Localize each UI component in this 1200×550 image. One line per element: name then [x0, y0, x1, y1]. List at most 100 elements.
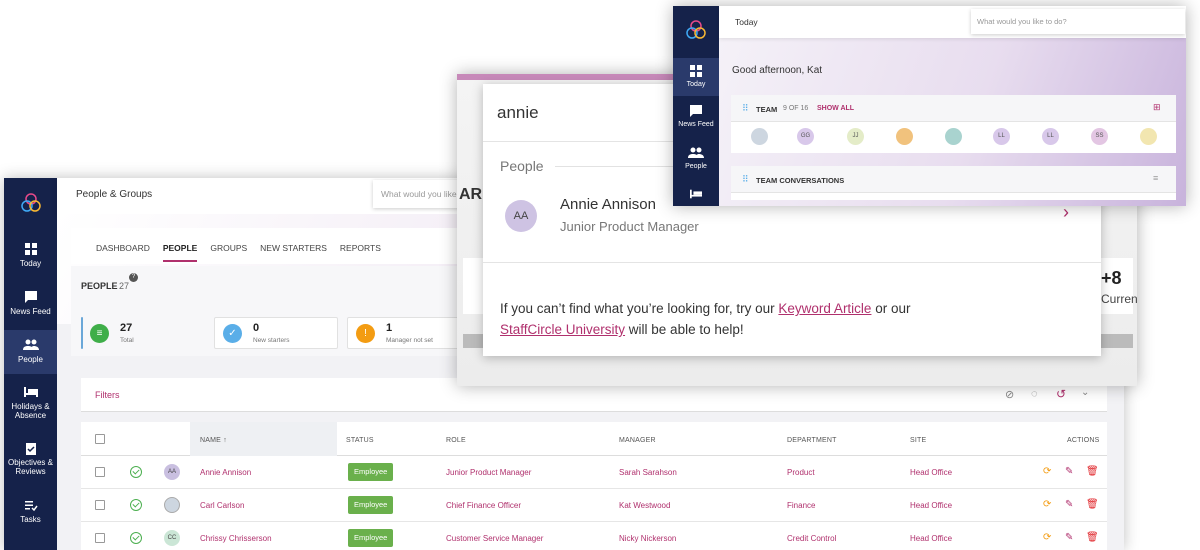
- tab-dashboard[interactable]: DASHBOARD: [96, 243, 150, 260]
- help-text: If you can’t find what you’re looking fo…: [500, 301, 911, 337]
- stat-card-new-starters[interactable]: ✓ 0 New starters: [214, 317, 338, 349]
- team-member-avatar[interactable]: GG: [797, 128, 814, 145]
- person-name-link[interactable]: Carl Carlson: [200, 501, 244, 510]
- tab-people[interactable]: PEOPLE: [162, 243, 198, 262]
- role-link[interactable]: Chief Finance Officer: [446, 501, 521, 510]
- column-name[interactable]: NAME ↑: [200, 437, 227, 444]
- column-site[interactable]: SITE: [910, 437, 926, 444]
- table-row[interactable]: AA Annie Annison Employee Junior Product…: [81, 456, 1107, 489]
- tab-reports[interactable]: REPORTS: [340, 243, 381, 260]
- select-all-checkbox[interactable]: [95, 434, 105, 444]
- grid-icon: [24, 243, 37, 255]
- tab-new-starters[interactable]: NEW STARTERS: [260, 243, 327, 260]
- section-count: 27: [119, 281, 130, 291]
- drag-handle-icon[interactable]: ⠿: [742, 103, 749, 114]
- sidebar-item-people[interactable]: People: [673, 146, 719, 170]
- sidebar: Today News Feed People Holidays & Absenc…: [4, 178, 57, 550]
- staffcircle-university-link[interactable]: StaffCircle University: [500, 322, 625, 337]
- chat-icon: [690, 105, 702, 117]
- stat-card-total[interactable]: ≡ 27 Total: [81, 317, 134, 349]
- team-member-avatar[interactable]: [1140, 128, 1157, 145]
- delete-icon[interactable]: 🗑: [1086, 532, 1099, 543]
- edit-icon[interactable]: ✎: [1065, 499, 1073, 510]
- manager-link[interactable]: Nicky Nickerson: [619, 534, 676, 543]
- role-link[interactable]: Customer Service Manager: [446, 534, 543, 543]
- sidebar-item-people[interactable]: People: [4, 330, 57, 374]
- department-link[interactable]: Finance: [787, 501, 815, 510]
- edit-icon[interactable]: ✎: [1065, 532, 1073, 543]
- sync-icon[interactable]: ⟳: [1043, 532, 1051, 543]
- site-link[interactable]: Head Office: [910, 468, 952, 477]
- team-member-avatar[interactable]: [945, 128, 962, 145]
- stat-card-manager-not-set[interactable]: ! 1 Manager not set: [347, 317, 462, 349]
- team-member-avatar[interactable]: SS: [1091, 128, 1108, 145]
- verified-icon: [130, 499, 142, 511]
- table-row[interactable]: Carl Carlson Employee Chief Finance Offi…: [81, 489, 1107, 522]
- avatar[interactable]: [164, 497, 180, 513]
- team-member-avatar[interactable]: JJ: [847, 128, 864, 145]
- team-member-avatar[interactable]: [751, 128, 768, 145]
- history-icon[interactable]: ↺: [1056, 387, 1066, 401]
- filters-toggle[interactable]: Filters: [95, 390, 120, 400]
- result-name: Annie Annison: [560, 196, 656, 213]
- manager-link[interactable]: Kat Westwood: [619, 501, 670, 510]
- avatar[interactable]: AA: [164, 464, 180, 480]
- sidebar-item-holidays[interactable]: Holidays & Absence: [4, 385, 57, 420]
- person-name-link[interactable]: Chrissy Chrisserson: [200, 534, 272, 543]
- sidebar-item-today[interactable]: Today: [673, 58, 719, 96]
- delete-icon[interactable]: 🗑: [1086, 466, 1099, 477]
- tab-groups[interactable]: GROUPS: [210, 243, 247, 260]
- team-member-avatar[interactable]: [896, 128, 913, 145]
- department-link[interactable]: Product: [787, 468, 815, 477]
- column-role[interactable]: ROLE: [446, 437, 466, 444]
- avatar[interactable]: CC: [164, 530, 180, 546]
- column-status[interactable]: STATUS: [346, 437, 374, 444]
- edit-icon[interactable]: ✎: [1065, 466, 1073, 477]
- search-query-input[interactable]: annie: [497, 103, 539, 123]
- person-name-link[interactable]: Annie Annison: [200, 468, 251, 477]
- people-icon: [22, 339, 39, 350]
- sidebar-item-today[interactable]: Today: [4, 242, 57, 268]
- row-checkbox[interactable]: [95, 500, 105, 510]
- role-link[interactable]: Junior Product Manager: [446, 468, 531, 477]
- sidebar-item-news-feed[interactable]: News Feed: [4, 290, 57, 316]
- site-link[interactable]: Head Office: [910, 534, 952, 543]
- show-all-link[interactable]: SHOW ALL: [817, 105, 854, 112]
- keyword-article-link[interactable]: Keyword Article: [778, 301, 871, 316]
- sidebar-item-news-feed[interactable]: News Feed: [673, 104, 719, 128]
- background-stat-label: Curren: [1101, 292, 1137, 306]
- staffcircle-logo: [686, 20, 706, 39]
- sync-icon[interactable]: ⟳: [1043, 466, 1051, 477]
- section-title: PEOPLE: [81, 281, 118, 291]
- team-member-avatar[interactable]: LL: [1042, 128, 1059, 145]
- check-circle-icon[interactable]: ⊘: [1005, 388, 1014, 401]
- table-row[interactable]: CC Chrissy Chrisserson Employee Customer…: [81, 522, 1107, 550]
- column-manager[interactable]: MANAGER: [619, 437, 656, 444]
- hide-icon[interactable]: ◌: [1031, 388, 1038, 400]
- row-checkbox[interactable]: [95, 533, 105, 543]
- site-link[interactable]: Head Office: [910, 501, 952, 510]
- help-icon[interactable]: ?: [129, 273, 138, 282]
- manager-link[interactable]: Sarah Sarahson: [619, 468, 677, 477]
- filter-icon[interactable]: ≡: [1153, 173, 1158, 183]
- bed-icon: [23, 387, 38, 397]
- column-department[interactable]: DEPARTMENT: [787, 437, 837, 444]
- sidebar-item-objectives[interactable]: Objectives & Reviews: [4, 441, 57, 476]
- sidebar-item-tasks[interactable]: Tasks: [4, 498, 57, 524]
- row-checkbox[interactable]: [95, 467, 105, 477]
- department-link[interactable]: Credit Control: [787, 534, 836, 543]
- org-chart-icon[interactable]: ⊞: [1153, 102, 1161, 113]
- drag-handle-icon[interactable]: ⠿: [742, 174, 749, 185]
- search-input[interactable]: What would you like to do?: [977, 17, 1067, 26]
- sync-icon[interactable]: ⟳: [1043, 499, 1051, 510]
- sidebar-item-label: Today: [686, 81, 706, 88]
- bed-icon[interactable]: [688, 188, 704, 200]
- conversations-title: TEAM CONVERSATIONS: [756, 176, 845, 185]
- sidebar-item-label: News Feed: [10, 307, 51, 316]
- page-title: People & Groups: [76, 189, 153, 200]
- delete-icon[interactable]: 🗑: [1086, 499, 1099, 510]
- search-box[interactable]: What would you like to do?: [971, 9, 1185, 34]
- sidebar-item-label: Objectives & Reviews: [8, 458, 53, 476]
- team-member-avatar[interactable]: LL: [993, 128, 1010, 145]
- chevron-down-icon[interactable]: ⌄: [1081, 387, 1089, 398]
